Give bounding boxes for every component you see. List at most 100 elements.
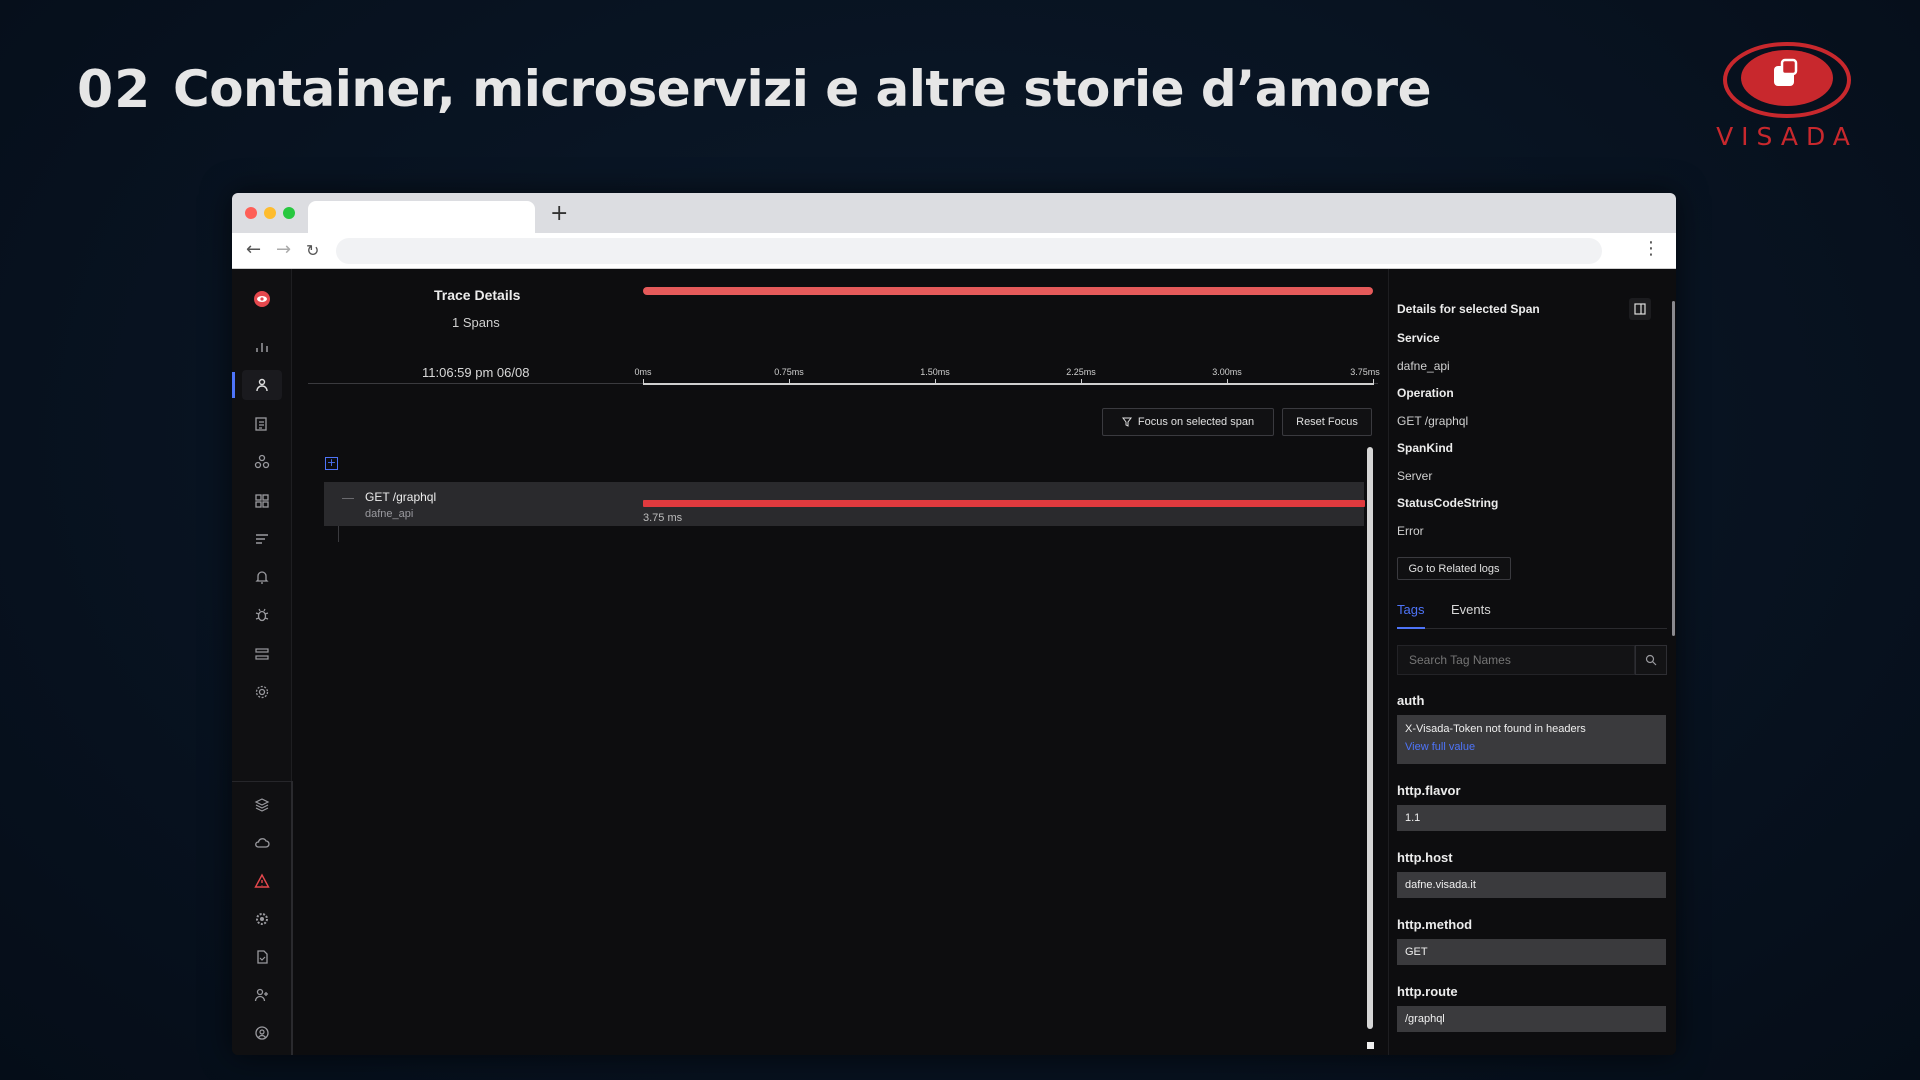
logo-text: VISADA (1716, 122, 1858, 151)
list-icon[interactable] (250, 527, 274, 551)
traces-icon[interactable] (250, 373, 274, 397)
reset-focus-button[interactable]: Reset Focus (1282, 408, 1372, 436)
field-statuscode-key: StatusCodeString (1397, 496, 1499, 510)
settings-gear-icon[interactable] (250, 680, 274, 704)
tag-value: GET (1397, 939, 1666, 965)
trace-main-area: Trace Details 1 Spans 11:06:59 pm 06/08 … (292, 269, 1388, 1055)
field-spankind-key: SpanKind (1397, 441, 1453, 455)
focus-selected-span-button[interactable]: Focus on selected span (1102, 408, 1274, 436)
tab-tags[interactable]: Tags (1397, 602, 1424, 617)
close-window-button[interactable] (245, 207, 257, 219)
span-duration: 3.75 ms (643, 512, 683, 524)
arrow-left-icon[interactable]: ← (246, 239, 261, 260)
sidebar-active-indicator (232, 372, 235, 398)
search-icon[interactable] (1635, 645, 1667, 675)
timeline-tick (935, 379, 936, 385)
timeline-axis (643, 383, 1373, 385)
expand-all-icon[interactable]: + (325, 457, 338, 470)
url-input[interactable] (336, 238, 1602, 264)
service-map-icon[interactable] (250, 450, 274, 474)
maximize-window-button[interactable] (283, 207, 295, 219)
docs-icon[interactable] (250, 945, 274, 969)
tag-key: auth (1397, 693, 1425, 708)
tag-key: http.flavor (1397, 783, 1461, 798)
span-count: 1 Spans (452, 315, 500, 330)
trace-title: Trace Details (434, 287, 521, 303)
panel-title: Details for selected Span (1397, 302, 1540, 316)
field-operation-key: Operation (1397, 386, 1454, 400)
related-logs-button[interactable]: Go to Related logs (1397, 557, 1511, 580)
slide-number: 02 (77, 60, 152, 120)
browser-address-bar: ← → ↻ ⋮ (232, 233, 1676, 269)
filter-icon (1121, 417, 1132, 427)
tag-key: http.host (1397, 850, 1453, 865)
user-account-icon[interactable] (250, 1021, 274, 1045)
active-tab-underline (1397, 627, 1425, 629)
logs-icon[interactable] (250, 412, 274, 436)
reload-icon[interactable]: ↻ (306, 241, 319, 260)
app-logo-icon[interactable] (250, 287, 274, 311)
slide-title: Container, microservizi e altre storie d… (173, 60, 1431, 118)
collapse-panel-icon[interactable] (1629, 298, 1651, 320)
span-tree-connector (342, 498, 354, 499)
kebab-menu-icon[interactable]: ⋮ (1642, 238, 1660, 259)
trace-timestamp: 11:06:59 pm 06/08 (422, 365, 530, 380)
tag-value: dafne.visada.it (1397, 872, 1666, 898)
browser-window: + ← → ↻ ⋮ Trace Details 1 Spans 11:06:59… (232, 193, 1676, 1055)
exceptions-bug-icon[interactable] (250, 603, 274, 627)
tag-value: /graphql (1397, 1006, 1666, 1032)
field-service-value: dafne_api (1397, 359, 1450, 373)
timeline-tick (1227, 379, 1228, 385)
timeline-tick-label: 0ms (634, 367, 652, 377)
field-operation-value: GET /graphql (1397, 414, 1469, 428)
sidebar-divider (232, 781, 292, 782)
bar-chart-icon[interactable] (250, 335, 274, 359)
sidebar (232, 269, 293, 1055)
integrations-layers-icon[interactable] (250, 793, 274, 817)
dashboard-grid-icon[interactable] (250, 489, 274, 513)
cloud-icon[interactable] (250, 831, 274, 855)
browser-tab[interactable] (308, 201, 535, 233)
timeline-tick-label: 3.00ms (1212, 367, 1242, 377)
focus-button-label: Focus on selected span (1137, 416, 1255, 428)
extensions-gear-icon[interactable] (250, 907, 274, 931)
scrollbar-corner (1367, 1042, 1374, 1049)
view-full-value-link[interactable]: View full value (1405, 741, 1666, 753)
tag-key: http.route (1397, 984, 1458, 999)
alerts-bell-icon[interactable] (250, 565, 274, 589)
span-service: dafne_api (365, 508, 414, 520)
tag-value: 1.1 (1397, 805, 1666, 831)
new-tab-button[interactable]: + (550, 201, 568, 226)
span-duration-bar[interactable] (643, 500, 1365, 507)
app-content: Trace Details 1 Spans 11:06:59 pm 06/08 … (232, 269, 1676, 1055)
field-service-key: Service (1397, 331, 1440, 345)
field-spankind-value: Server (1397, 469, 1433, 483)
warning-triangle-icon[interactable] (250, 869, 274, 893)
timeline-tick-label: 3.75ms (1350, 367, 1380, 377)
span-details-panel: Details for selected Span Service dafne_… (1388, 269, 1676, 1055)
visada-logo: VISADA (1706, 40, 1868, 152)
browser-tab-bar: + (232, 193, 1676, 233)
arrow-right-icon[interactable]: → (276, 239, 291, 260)
span-name: GET /graphql (365, 490, 437, 504)
span-row[interactable]: GET /graphql dafne_api 3.75 ms (324, 482, 1365, 526)
minimize-window-button[interactable] (264, 207, 276, 219)
timeline-tick (1081, 379, 1082, 385)
tag-search-input[interactable] (1397, 645, 1635, 675)
tag-value-box: X-Visada-Token not found in headers View… (1397, 715, 1666, 764)
trace-overview-bar[interactable] (643, 287, 1373, 295)
tag-key: http.method (1397, 917, 1473, 932)
invite-user-icon[interactable] (250, 983, 274, 1007)
timeline-tick-label: 1.50ms (920, 367, 950, 377)
timeline-tick-label: 2.25ms (1066, 367, 1096, 377)
tag-value: X-Visada-Token not found in headers (1405, 723, 1586, 735)
tab-events[interactable]: Events (1451, 602, 1491, 617)
span-tree-line (338, 526, 339, 542)
main-scrollbar[interactable] (1367, 447, 1373, 1029)
tabs-divider (1397, 628, 1667, 629)
field-statuscode-value: Error (1397, 524, 1424, 538)
pipelines-icon[interactable] (250, 642, 274, 666)
panel-scrollbar[interactable] (1672, 301, 1675, 636)
timeline-tick (789, 379, 790, 385)
timeline-tick (1373, 379, 1374, 385)
